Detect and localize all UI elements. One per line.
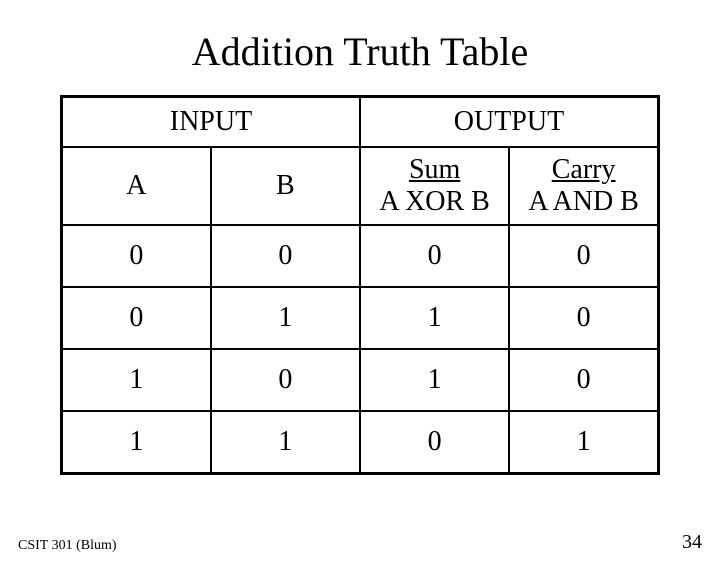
- table: INPUT OUTPUT A B Sum A XOR B Carry A AND…: [60, 95, 660, 475]
- table-row: 0 0 0 0: [62, 225, 659, 287]
- header-sum-top: Sum: [409, 154, 460, 186]
- cell-carry: 0: [509, 225, 658, 287]
- header-group-row: INPUT OUTPUT: [62, 97, 659, 148]
- slide-title: Addition Truth Table: [0, 28, 720, 75]
- cell-a: 1: [62, 349, 211, 411]
- header-a: A: [62, 147, 211, 225]
- footer-page-number: 34: [682, 531, 702, 554]
- cell-b: 0: [211, 349, 360, 411]
- cell-a: 0: [62, 287, 211, 349]
- cell-a: 0: [62, 225, 211, 287]
- cell-a: 1: [62, 411, 211, 474]
- header-b: B: [211, 147, 360, 225]
- cell-sum: 0: [360, 225, 509, 287]
- table-row: 1 0 1 0: [62, 349, 659, 411]
- table-row: 0 1 1 0: [62, 287, 659, 349]
- footer-course: CSIT 301 (Blum): [18, 538, 117, 554]
- header-input-group: INPUT: [62, 97, 361, 148]
- cell-carry: 1: [509, 411, 658, 474]
- header-sub-row: A B Sum A XOR B Carry A AND B: [62, 147, 659, 225]
- cell-sum: 1: [360, 349, 509, 411]
- header-sum-bottom: A XOR B: [379, 186, 489, 218]
- header-output-group: OUTPUT: [360, 97, 659, 148]
- table-row: 1 1 0 1: [62, 411, 659, 474]
- cell-b: 1: [211, 411, 360, 474]
- header-carry: Carry A AND B: [509, 147, 658, 225]
- truth-table: INPUT OUTPUT A B Sum A XOR B Carry A AND…: [60, 95, 660, 475]
- cell-sum: 1: [360, 287, 509, 349]
- cell-b: 0: [211, 225, 360, 287]
- cell-carry: 0: [509, 287, 658, 349]
- cell-carry: 0: [509, 349, 658, 411]
- cell-b: 1: [211, 287, 360, 349]
- cell-sum: 0: [360, 411, 509, 474]
- header-carry-top: Carry: [552, 154, 616, 186]
- header-sum: Sum A XOR B: [360, 147, 509, 225]
- slide: Addition Truth Table INPUT OUTPUT A B Su…: [0, 28, 720, 568]
- header-carry-bottom: A AND B: [528, 186, 638, 218]
